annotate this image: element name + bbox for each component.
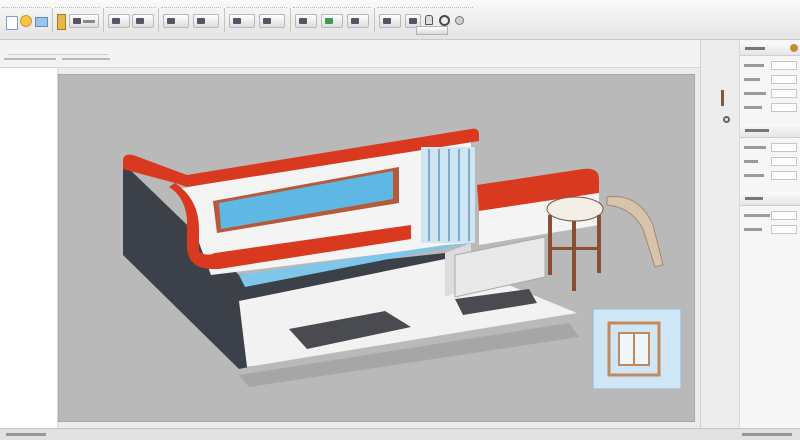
toolbar-group-file — [2, 4, 50, 36]
main-toolbar — [0, 0, 800, 40]
3d-viewport[interactable] — [58, 74, 695, 422]
options-bar — [0, 40, 800, 68]
property-row-2[interactable] — [744, 74, 797, 86]
status-bar — [0, 428, 800, 440]
material-row-1[interactable] — [744, 142, 797, 154]
option-label-2 — [62, 58, 110, 60]
status-coordinates — [742, 433, 792, 436]
layer-row-2[interactable] — [744, 224, 797, 236]
search-button[interactable] — [416, 26, 448, 35]
material-row-2[interactable] — [744, 156, 797, 168]
toolbar-group-arrange — [293, 4, 371, 36]
sun-icon[interactable] — [455, 16, 464, 25]
viewport-scene — [123, 128, 682, 390]
new-file-icon[interactable] — [6, 16, 18, 30]
option-label-1 — [4, 58, 56, 60]
gear-icon[interactable] — [723, 116, 730, 123]
materials-header — [740, 124, 800, 138]
left-tool-strip — [0, 68, 58, 430]
status-text — [6, 433, 46, 436]
paste-icon[interactable] — [57, 14, 66, 30]
stool — [546, 196, 604, 291]
toolbar-group-draw — [161, 4, 221, 36]
layers-header — [740, 192, 800, 206]
toolbar-group-edit — [55, 4, 100, 36]
modify-button-1[interactable] — [229, 14, 255, 28]
arrange-button-1[interactable] — [295, 14, 317, 28]
toolbar-group-modify — [227, 4, 287, 36]
edit-button[interactable] — [69, 14, 99, 28]
properties-header — [740, 42, 800, 56]
modify-button-2[interactable] — [259, 14, 285, 28]
settings-gear-icon[interactable] — [790, 44, 798, 52]
arrange-button-3[interactable] — [347, 14, 369, 28]
render-button-1[interactable] — [379, 14, 401, 28]
light-bulb-icon[interactable] — [20, 15, 32, 27]
right-panel — [700, 40, 800, 440]
property-row-1[interactable] — [744, 60, 797, 72]
layer-row-1[interactable] — [744, 210, 797, 222]
toolbar-group-view — [106, 4, 156, 36]
option-field[interactable] — [8, 46, 108, 55]
material-row-3[interactable] — [744, 170, 797, 182]
lock-icon[interactable] — [425, 15, 433, 25]
property-row-4[interactable] — [744, 102, 797, 114]
view-button-2[interactable] — [132, 14, 154, 28]
view-button-1[interactable] — [108, 14, 130, 28]
arrange-button-2[interactable] — [321, 14, 343, 28]
properties-panel — [739, 40, 800, 440]
folder-icon[interactable] — [35, 17, 48, 27]
draw-button-1[interactable] — [163, 14, 189, 28]
property-row-3[interactable] — [744, 88, 797, 100]
curved-leg — [606, 196, 664, 268]
draw-button-2[interactable] — [193, 14, 219, 28]
target-icon[interactable] — [439, 15, 450, 26]
hammer-icon — [721, 90, 729, 106]
